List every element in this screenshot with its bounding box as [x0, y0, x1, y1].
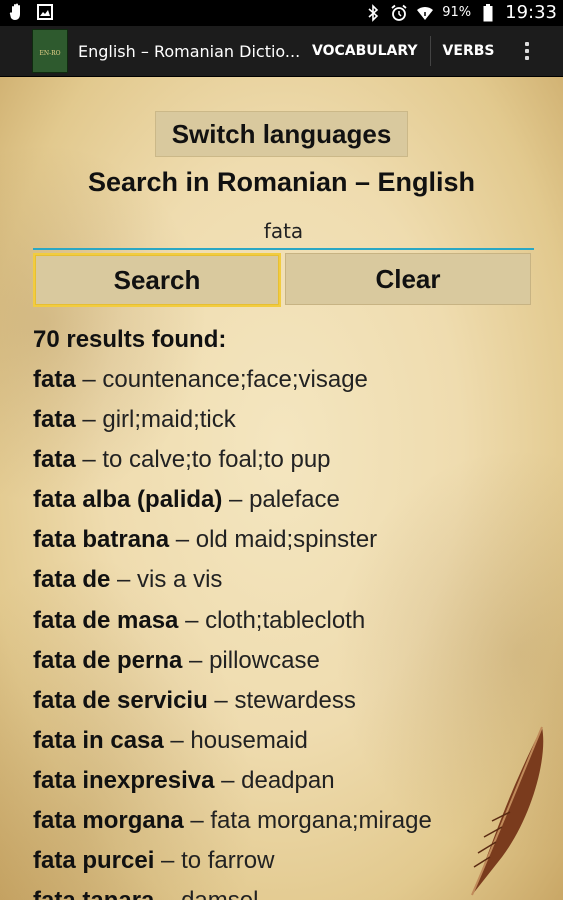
result-separator: – — [163, 726, 191, 754]
hand-icon — [8, 3, 26, 21]
overflow-menu-icon[interactable] — [512, 26, 542, 76]
result-definition: to farrow — [181, 847, 275, 875]
switch-languages-button[interactable]: Switch languages — [155, 111, 408, 157]
result-definition: girl;maid;tick — [102, 406, 236, 434]
action-bar: EN-RO English – Romanian Dictio... VOCAB… — [0, 26, 563, 77]
result-separator: – — [75, 406, 103, 434]
result-term: fata — [33, 406, 76, 434]
clear-button[interactable]: Clear — [285, 253, 531, 305]
dictionary-content: Switch languages Search in Romanian – En… — [0, 77, 563, 900]
result-row[interactable]: fata de – vis a vis — [33, 560, 563, 600]
result-separator: – — [214, 766, 242, 794]
result-separator: – — [110, 566, 138, 594]
result-row[interactable]: fata de perna – pillowcase — [33, 641, 563, 681]
result-separator: – — [207, 686, 235, 714]
result-definition: fata morgana;mirage — [210, 807, 432, 835]
image-icon — [36, 3, 54, 21]
quill-feather-icon — [471, 726, 544, 896]
result-row[interactable]: fata de serviciu – stewardess — [33, 681, 563, 721]
result-definition: old maid;spinster — [195, 526, 378, 554]
result-separator: – — [169, 526, 196, 554]
result-term: fata tanara — [33, 887, 154, 900]
result-definition: countenance;face;visage — [102, 366, 368, 393]
result-row[interactable]: fata – girl;maid;tick — [33, 400, 563, 440]
result-term: fata inexpresiva — [33, 766, 215, 794]
results-count: 70 results found: — [33, 326, 227, 353]
result-term: fata morgana — [33, 807, 184, 835]
result-term: fata — [33, 366, 76, 393]
result-row[interactable]: fata – to calve;to foal;to pup — [33, 440, 563, 480]
app-logo-text: EN-RO — [39, 50, 61, 57]
bluetooth-icon — [364, 3, 382, 22]
vocabulary-button[interactable]: VOCABULARY — [300, 26, 430, 76]
result-separator: – — [178, 606, 206, 634]
result-term: fata in casa — [33, 726, 164, 754]
alarm-icon — [390, 4, 408, 22]
result-separator: – — [75, 366, 103, 393]
result-separator: – — [154, 887, 181, 900]
result-term: fata de masa — [33, 606, 179, 634]
result-term: fata purcei — [33, 847, 155, 875]
result-definition: paleface — [249, 486, 340, 514]
result-term: fata alba (palida) — [33, 486, 223, 514]
result-definition: housemaid — [190, 726, 308, 754]
result-term: fata batrana — [33, 526, 170, 554]
result-definition: damsel — [181, 887, 258, 900]
result-definition: cloth;tablecloth — [205, 606, 366, 634]
result-separator: – — [183, 807, 211, 835]
search-input[interactable] — [33, 213, 534, 250]
result-separator: – — [75, 446, 103, 474]
app-logo-icon[interactable]: EN-RO — [32, 29, 68, 73]
result-row[interactable]: fata – countenance;face;visage — [33, 360, 563, 400]
result-separator: – — [182, 646, 210, 674]
search-direction-title: Search in Romanian – English — [87, 167, 476, 197]
result-row[interactable]: fata alba (palida) – paleface — [33, 480, 563, 520]
result-row[interactable]: fata de masa – cloth;tablecloth — [33, 601, 563, 641]
clock: 19:33 — [505, 2, 557, 23]
search-button[interactable]: Search — [33, 253, 281, 307]
result-term: fata — [33, 446, 76, 474]
battery-percent: 91% — [442, 5, 472, 20]
result-separator: – — [222, 486, 250, 514]
result-term: fata de — [33, 566, 111, 594]
result-term: fata de serviciu — [33, 686, 208, 714]
result-definition: stewardess — [234, 686, 356, 714]
result-definition: vis a vis — [137, 566, 223, 594]
result-separator: – — [154, 847, 182, 875]
result-definition: to calve;to foal;to pup — [102, 446, 331, 474]
verbs-button[interactable]: VERBS — [431, 26, 507, 76]
status-bar: 91% 19:33 — [0, 0, 563, 26]
app-title: English – Romanian Dictio... — [78, 41, 300, 61]
wifi-icon — [416, 4, 434, 22]
result-row[interactable]: fata batrana – old maid;spinster — [33, 520, 563, 560]
battery-icon — [479, 3, 497, 22]
result-term: fata de perna — [33, 646, 183, 674]
result-definition: deadpan — [241, 766, 335, 794]
result-definition: pillowcase — [209, 646, 320, 674]
